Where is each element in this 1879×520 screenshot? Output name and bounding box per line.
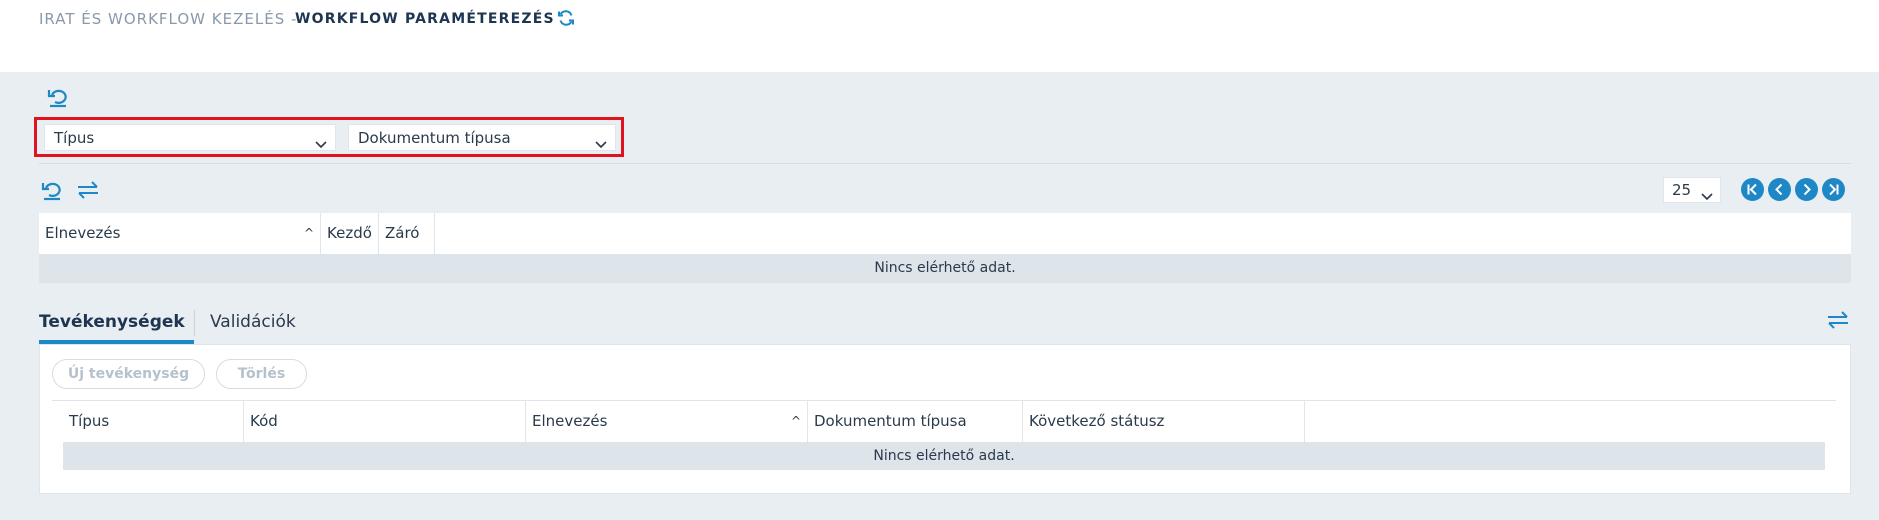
activities-grid-header: Típus Kód Elnevezés ^ Dokumentum típusa … xyxy=(63,401,1825,442)
last-page-icon xyxy=(1829,183,1839,196)
last-page-button[interactable] xyxy=(1822,178,1845,201)
swap-columns-icon[interactable] xyxy=(1826,310,1850,330)
prev-page-button[interactable] xyxy=(1768,178,1791,201)
column-header-label: Záró xyxy=(385,224,420,242)
page-size-select[interactable]: 25 xyxy=(1663,177,1721,203)
tab-activities[interactable]: Tevékenységek xyxy=(39,312,185,332)
column-header-label: Elnevezés xyxy=(532,412,608,430)
next-page-button[interactable] xyxy=(1795,178,1818,201)
tab-validations[interactable]: Validációk xyxy=(210,312,296,332)
new-activity-button[interactable]: Új tevékenység xyxy=(52,359,205,389)
column-header-code[interactable]: Kód xyxy=(244,401,526,442)
type-select-value: Típus xyxy=(54,129,95,147)
page-size-value: 25 xyxy=(1672,181,1692,199)
page-header: IRAT ÉS WORKFLOW KEZELÉS - WORKFLOW PARA… xyxy=(0,0,1879,72)
first-page-button[interactable] xyxy=(1741,178,1764,201)
column-header-label: Elnevezés xyxy=(45,224,121,242)
section-divider xyxy=(39,163,1851,164)
prev-page-icon xyxy=(1775,183,1783,196)
activities-grid-empty-message: Nincs elérhető adat. xyxy=(63,442,1825,470)
grid-empty-message: Nincs elérhető adat. xyxy=(39,254,1851,283)
column-header-label: Típus xyxy=(69,412,110,430)
breadcrumb-parent[interactable]: IRAT ÉS WORKFLOW KEZELÉS - xyxy=(39,10,297,28)
refresh-icon[interactable] xyxy=(557,9,575,27)
column-header-next-status[interactable]: Következő státusz xyxy=(1023,401,1305,442)
page-title: WORKFLOW PARAMÉTEREZÉS xyxy=(295,11,555,27)
column-header-type[interactable]: Típus xyxy=(63,401,244,442)
tab-separator xyxy=(194,310,195,336)
reset-icon[interactable] xyxy=(47,86,69,108)
column-header-document-type[interactable]: Dokumentum típusa xyxy=(808,401,1023,442)
document-type-select[interactable]: Dokumentum típusa xyxy=(348,124,616,151)
column-header-end[interactable]: Záró xyxy=(379,213,435,254)
column-header-label: Dokumentum típusa xyxy=(814,412,967,430)
first-page-icon xyxy=(1747,183,1757,196)
next-page-icon xyxy=(1803,183,1811,196)
grid-header: Elnevezés ^ Kezdő Záró xyxy=(39,213,1851,254)
chevron-down-icon xyxy=(1701,185,1713,210)
column-header-name[interactable]: Elnevezés ^ xyxy=(39,213,321,254)
reset-icon[interactable] xyxy=(41,179,63,201)
sort-asc-icon: ^ xyxy=(303,226,314,240)
column-header-start[interactable]: Kezdő xyxy=(321,213,379,254)
type-select[interactable]: Típus xyxy=(44,124,336,151)
swap-columns-icon[interactable] xyxy=(76,180,100,200)
chevron-down-icon xyxy=(595,132,607,158)
column-header-label: Következő státusz xyxy=(1029,412,1165,430)
column-header-label: Kezdő xyxy=(327,224,372,242)
document-type-select-value: Dokumentum típusa xyxy=(358,129,511,147)
delete-button[interactable]: Törlés xyxy=(216,359,307,389)
column-header-label: Kód xyxy=(250,412,278,430)
column-header-name[interactable]: Elnevezés ^ xyxy=(526,401,808,442)
sort-asc-icon: ^ xyxy=(790,414,801,428)
chevron-down-icon xyxy=(315,132,327,158)
